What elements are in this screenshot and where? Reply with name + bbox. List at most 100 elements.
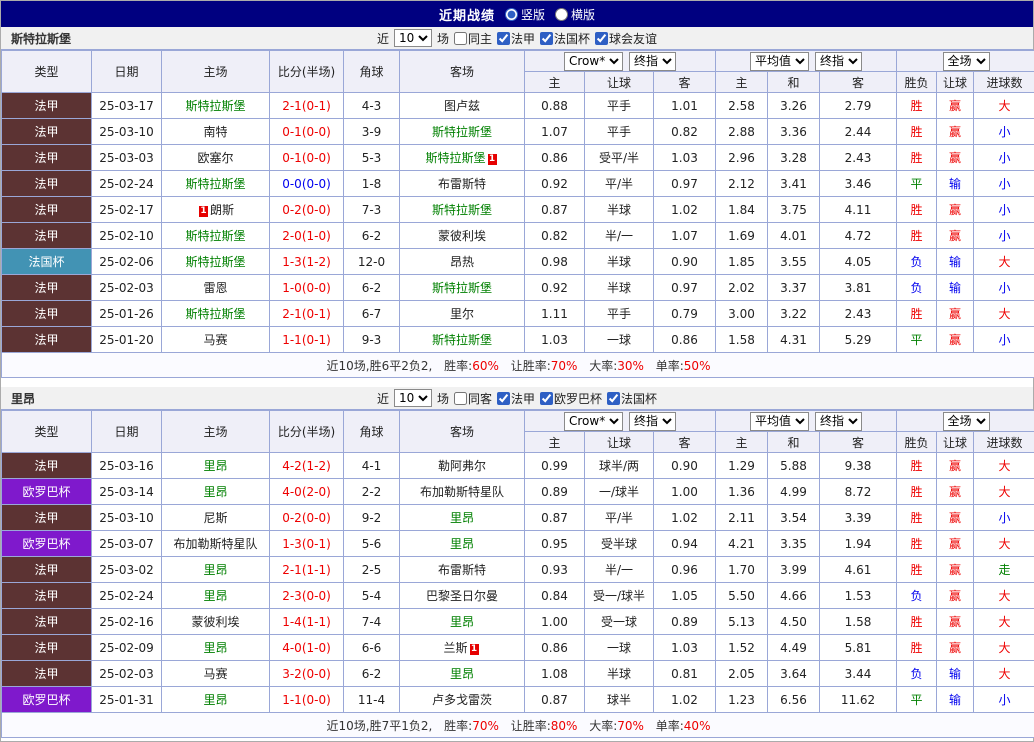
- team-name-link[interactable]: 卢多戈雷茨: [432, 693, 492, 707]
- league-filter-2[interactable]: 法国杯: [540, 30, 590, 47]
- team-name-link[interactable]: 里昂: [203, 459, 227, 473]
- team-name-link[interactable]: 布加勒斯特星队: [420, 485, 504, 499]
- team-name-link[interactable]: 布雷斯特: [438, 177, 486, 191]
- col-header-home: 主场: [162, 51, 270, 93]
- team-name-link[interactable]: 里昂: [450, 511, 474, 525]
- team-name-link[interactable]: 里昂: [203, 485, 227, 499]
- league-checkbox-3[interactable]: [607, 392, 620, 405]
- odds-stage-select-1[interactable]: 终指: [629, 52, 676, 71]
- league-label-1: 法甲: [511, 390, 535, 407]
- team-name-link[interactable]: 里昂: [203, 693, 227, 707]
- team-name-link[interactable]: 布雷斯特: [438, 563, 486, 577]
- team-name-link[interactable]: 蒙彼利埃: [191, 615, 239, 629]
- league-type-cell: 欧罗巴杯: [2, 687, 92, 713]
- layout-vertical-option[interactable]: 竖版: [505, 6, 545, 23]
- corner-cell: 6-7: [344, 301, 400, 327]
- vertical-radio[interactable]: [505, 8, 518, 21]
- team-name-link[interactable]: 巴黎圣日尔曼: [426, 589, 498, 603]
- col-header-corner: 角球: [344, 411, 400, 453]
- team-name-link[interactable]: 雷恩: [203, 281, 227, 295]
- recent-count-select[interactable]: 10: [394, 29, 432, 47]
- team-name-link[interactable]: 兰斯: [443, 641, 467, 655]
- league-type-cell: 法甲: [2, 661, 92, 687]
- team-name-link[interactable]: 斯特拉斯堡: [432, 203, 492, 217]
- league-checkbox-1[interactable]: [497, 32, 510, 45]
- date-cell: 25-02-03: [92, 661, 162, 687]
- handicap-cell: 半球: [585, 197, 654, 223]
- fulltime-group: 全场: [897, 411, 1034, 432]
- league-type-cell: 法甲: [2, 145, 92, 171]
- result-cell: 负: [897, 249, 937, 275]
- same-venue-checkbox[interactable]: [454, 392, 467, 405]
- team-name-link[interactable]: 蒙彼利埃: [438, 229, 486, 243]
- team-name-link[interactable]: 欧塞尔: [197, 151, 233, 165]
- result-cell: 胜: [897, 453, 937, 479]
- fulltime-select[interactable]: 全场: [943, 52, 990, 71]
- team-name-link[interactable]: 斯特拉斯堡: [432, 125, 492, 139]
- team-name-link[interactable]: 斯特拉斯堡: [185, 307, 245, 321]
- team-name-link[interactable]: 朗斯: [210, 203, 234, 217]
- league-filter-3[interactable]: 法国杯: [607, 390, 657, 407]
- sub-header-goals: 进球数: [974, 432, 1034, 453]
- team-name-link[interactable]: 斯特拉斯堡: [185, 229, 245, 243]
- score-cell: 4-2(1-2): [270, 453, 344, 479]
- same-venue-filter[interactable]: 同客: [454, 390, 492, 407]
- team-name-link[interactable]: 里昂: [203, 589, 227, 603]
- team-name-link[interactable]: 里昂: [450, 667, 474, 681]
- odds-stage-select-1[interactable]: 终指: [629, 412, 676, 431]
- team-name-link[interactable]: 斯特拉斯堡: [185, 99, 245, 113]
- table-footer: 近10场,胜7平1负2, 胜率:70% 让胜率:80% 大率:70% 单率:40…: [2, 713, 1034, 738]
- team-name-link[interactable]: 马赛: [203, 333, 227, 347]
- average-select[interactable]: 平均值: [750, 412, 809, 431]
- home-odds-cell: 0.98: [525, 249, 585, 275]
- layout-horizontal-option[interactable]: 横版: [555, 6, 595, 23]
- bookmaker-select[interactable]: Crow*: [564, 52, 623, 71]
- league-checkbox-2[interactable]: [540, 32, 553, 45]
- sub-header-home-odds: 主: [525, 432, 585, 453]
- team-name-link[interactable]: 里昂: [203, 641, 227, 655]
- bookmaker-select[interactable]: Crow*: [564, 412, 623, 431]
- team-name-link[interactable]: 勒阿弗尔: [438, 459, 486, 473]
- average-select[interactable]: 平均值: [750, 52, 809, 71]
- euro-away-cell: 8.72: [820, 479, 897, 505]
- horizontal-radio[interactable]: [555, 8, 568, 21]
- team-name-link[interactable]: 里昂: [450, 537, 474, 551]
- away-team-cell: 里昂: [400, 531, 525, 557]
- team-name-link[interactable]: 南特: [203, 125, 227, 139]
- team-name-link[interactable]: 布加勒斯特星队: [173, 537, 257, 551]
- league-filter-2[interactable]: 欧罗巴杯: [540, 390, 602, 407]
- match-row: 法甲25-01-20马赛1-1(0-1)9-3斯特拉斯堡1.03一球0.861.…: [2, 327, 1034, 353]
- away-odds-cell: 0.86: [654, 327, 716, 353]
- team-name-link[interactable]: 尼斯: [203, 511, 227, 525]
- same-venue-checkbox[interactable]: [454, 32, 467, 45]
- odds-stage-select-2[interactable]: 终指: [815, 52, 862, 71]
- same-venue-filter[interactable]: 同主: [454, 30, 492, 47]
- team-name-link[interactable]: 里尔: [450, 307, 474, 321]
- team-name-link[interactable]: 昂热: [450, 255, 474, 269]
- home-odds-cell: 0.89: [525, 479, 585, 505]
- recent-count-select[interactable]: 10: [394, 389, 432, 407]
- col-header-corner: 角球: [344, 51, 400, 93]
- league-filter-1[interactable]: 法甲: [497, 390, 535, 407]
- league-checkbox-3[interactable]: [595, 32, 608, 45]
- team-name-link[interactable]: 里昂: [203, 563, 227, 577]
- team-name-link[interactable]: 斯特拉斯堡: [185, 177, 245, 191]
- league-checkbox-2[interactable]: [540, 392, 553, 405]
- team-name-link[interactable]: 斯特拉斯堡: [425, 151, 485, 165]
- fulltime-select[interactable]: 全场: [943, 412, 990, 431]
- team-name-link[interactable]: 图卢兹: [444, 99, 480, 113]
- league-filter-3[interactable]: 球会友谊: [595, 30, 657, 47]
- team-name-link[interactable]: 马赛: [203, 667, 227, 681]
- league-checkbox-1[interactable]: [497, 392, 510, 405]
- odds-stage-select-2[interactable]: 终指: [815, 412, 862, 431]
- handicap-cell: 球半: [585, 687, 654, 713]
- home-team-cell: 里昂: [162, 453, 270, 479]
- matches-label: 场: [437, 390, 449, 407]
- away-team-cell: 斯特拉斯堡1: [400, 145, 525, 171]
- team-name-link[interactable]: 斯特拉斯堡: [185, 255, 245, 269]
- team-name-link[interactable]: 里昂: [450, 615, 474, 629]
- team-name-link[interactable]: 斯特拉斯堡: [432, 333, 492, 347]
- league-filter-1[interactable]: 法甲: [497, 30, 535, 47]
- handicap-result-cell: 赢: [937, 557, 974, 583]
- team-name-link[interactable]: 斯特拉斯堡: [432, 281, 492, 295]
